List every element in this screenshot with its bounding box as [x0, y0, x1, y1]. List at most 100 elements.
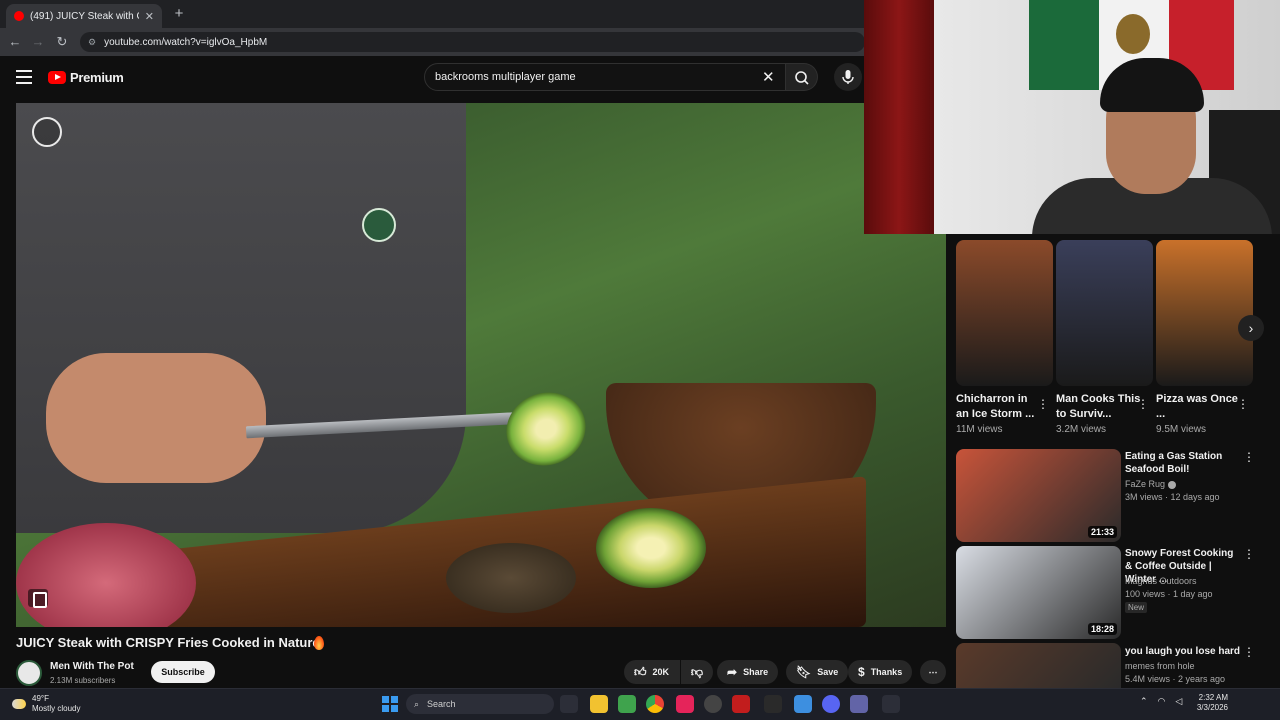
tiktok-icon[interactable] — [676, 695, 694, 713]
short-thumbnail[interactable] — [1056, 240, 1153, 386]
dislike-button[interactable]: 👎︎ — [681, 660, 713, 684]
short-title[interactable]: Pizza was Once ... — [1156, 392, 1242, 422]
rec-meta: 100 views · 1 day ago — [1125, 589, 1213, 599]
temperature: 49°F — [32, 694, 49, 703]
weather-icon — [12, 699, 26, 709]
rec-title[interactable]: Eating a Gas Station Seafood Boil! — [1125, 450, 1240, 476]
discord-icon[interactable] — [822, 695, 840, 713]
short-thumbnail[interactable] — [956, 240, 1053, 386]
fire-icon — [314, 636, 324, 650]
obs-icon[interactable] — [704, 695, 722, 713]
short-title[interactable]: Man Cooks This to Surviv... — [1056, 392, 1142, 422]
search-icon: ⌕ — [414, 698, 420, 709]
taskbar-clock[interactable]: 2:32 AM 3/3/2026 — [1186, 693, 1228, 713]
video-duration: 18:28 — [1087, 623, 1117, 635]
youtube-favicon-icon — [14, 11, 24, 21]
voice-search-button[interactable] — [834, 63, 862, 91]
weather-widget[interactable]: 49°F Mostly cloudy — [12, 694, 80, 714]
tab-close-icon[interactable]: ✕ — [145, 10, 154, 23]
app-icon[interactable] — [882, 695, 900, 713]
forward-icon[interactable]: → — [29, 33, 47, 51]
subscriber-count: 2.13M subscribers — [50, 676, 116, 685]
youtube-play-icon — [48, 70, 66, 84]
time: 2:32 AM — [1198, 693, 1228, 702]
rec-thumbnail[interactable]: 21:33 — [956, 449, 1121, 542]
channel-name[interactable]: Men With The Pot — [50, 661, 134, 672]
save-button[interactable]: 🔖︎ Save — [786, 660, 849, 684]
logo-text: Premium — [70, 69, 124, 85]
system-tray[interactable]: ⌃ ◠ ◁ — [1140, 696, 1182, 707]
microphone-icon — [842, 70, 854, 84]
avocado-half — [596, 508, 706, 588]
short-thumbnail[interactable] — [1156, 240, 1253, 386]
share-icon: ➦ — [727, 665, 738, 679]
thumbs-up-icon: 👍︎ — [634, 664, 647, 679]
avatar[interactable] — [16, 660, 42, 686]
bookmark-icon: 🔖︎ — [796, 665, 812, 679]
weather-text: Mostly cloudy — [32, 704, 81, 713]
facecam-overlay — [864, 0, 1280, 234]
search-input[interactable]: backrooms multiplayer game — [424, 63, 786, 91]
chrome-icon[interactable] — [646, 695, 664, 713]
teams-icon[interactable] — [850, 695, 868, 713]
more-options-icon[interactable]: ⋮ — [1243, 450, 1255, 464]
app-icon[interactable] — [732, 695, 750, 713]
tab-title: (491) JUICY Steak with CRISPY F — [30, 10, 139, 22]
file-explorer-icon[interactable] — [590, 695, 608, 713]
rec-thumbnail[interactable]: 18:28 — [956, 546, 1121, 639]
app-icon[interactable] — [794, 695, 812, 713]
address-bar[interactable]: ⚙ youtube.com/watch?v=iglvOa_HpbM — [80, 32, 865, 52]
search-query: backrooms multiplayer game — [435, 71, 576, 83]
clear-search-icon[interactable]: ✕ — [762, 68, 775, 86]
windows-taskbar — [0, 688, 1280, 720]
volume-icon[interactable]: ◁ — [1175, 696, 1182, 707]
flag — [1029, 0, 1099, 90]
url-text: youtube.com/watch?v=iglvOa_HpbM — [104, 36, 268, 48]
epic-games-icon[interactable] — [764, 695, 782, 713]
rec-title[interactable]: you laugh you lose hard — [1125, 645, 1240, 658]
hoodie-logo — [362, 208, 396, 242]
share-button[interactable]: ➦ Share — [717, 660, 779, 684]
app-icon[interactable] — [618, 695, 636, 713]
channel-watermark-icon[interactable] — [32, 117, 62, 147]
site-info-icon[interactable]: ⚙ — [88, 37, 96, 48]
search-icon — [795, 71, 809, 85]
more-options-icon[interactable]: ⋮ — [1037, 397, 1049, 411]
rec-channel[interactable]: FaZe Rug — [1125, 479, 1177, 489]
network-icon[interactable]: ◠ — [1158, 696, 1166, 707]
video-duration: 21:33 — [1087, 526, 1117, 538]
more-options-icon[interactable]: ⋮ — [1137, 397, 1149, 411]
new-badge: New — [1125, 602, 1148, 613]
thumbs-down-icon: 👎︎ — [690, 664, 704, 679]
video-player[interactable] — [16, 103, 946, 627]
chevron-up-icon[interactable]: ⌃ — [1140, 696, 1148, 707]
rec-meta: 3M views · 12 days ago — [1125, 492, 1220, 502]
subscribe-button[interactable]: Subscribe — [151, 661, 215, 683]
taskbar-search[interactable]: ⌕ Search — [406, 694, 554, 714]
more-horizontal-icon: ⋯ — [928, 666, 938, 677]
more-options-icon[interactable]: ⋮ — [1243, 547, 1255, 561]
more-options-icon[interactable]: ⋮ — [1237, 397, 1249, 411]
video-title: JUICY Steak with CRISPY Fries Cooked in … — [16, 635, 320, 650]
browser-tab[interactable]: (491) JUICY Steak with CRISPY F ✕ — [6, 4, 162, 28]
reload-icon[interactable]: ↻ — [53, 33, 71, 51]
like-count: 20K — [652, 667, 670, 677]
like-button[interactable]: 👍︎ 20K — [624, 660, 680, 684]
short-title[interactable]: Chicharron in an Ice Storm ... — [956, 392, 1042, 422]
new-tab-button[interactable]: + — [170, 5, 188, 23]
thanks-icon: $ — [858, 665, 865, 679]
search-button[interactable] — [786, 63, 818, 91]
rec-thumbnail[interactable] — [956, 643, 1121, 688]
rec-channel[interactable]: Magnus Outdoors — [1125, 576, 1197, 586]
rec-channel[interactable]: memes from hole — [1125, 661, 1195, 671]
more-actions-button[interactable]: ⋯ — [920, 660, 946, 684]
more-options-icon[interactable]: ⋮ — [1243, 645, 1255, 659]
widgets-icon[interactable] — [560, 695, 578, 713]
chevron-right-icon[interactable]: › — [1238, 315, 1264, 341]
shopping-bag-icon[interactable] — [28, 589, 48, 608]
back-icon[interactable]: ← — [6, 33, 24, 51]
thanks-button[interactable]: $ Thanks — [848, 660, 913, 684]
windows-start-icon[interactable] — [382, 696, 398, 712]
menu-icon[interactable] — [16, 70, 32, 84]
youtube-premium-logo[interactable]: Premium — [48, 68, 124, 86]
